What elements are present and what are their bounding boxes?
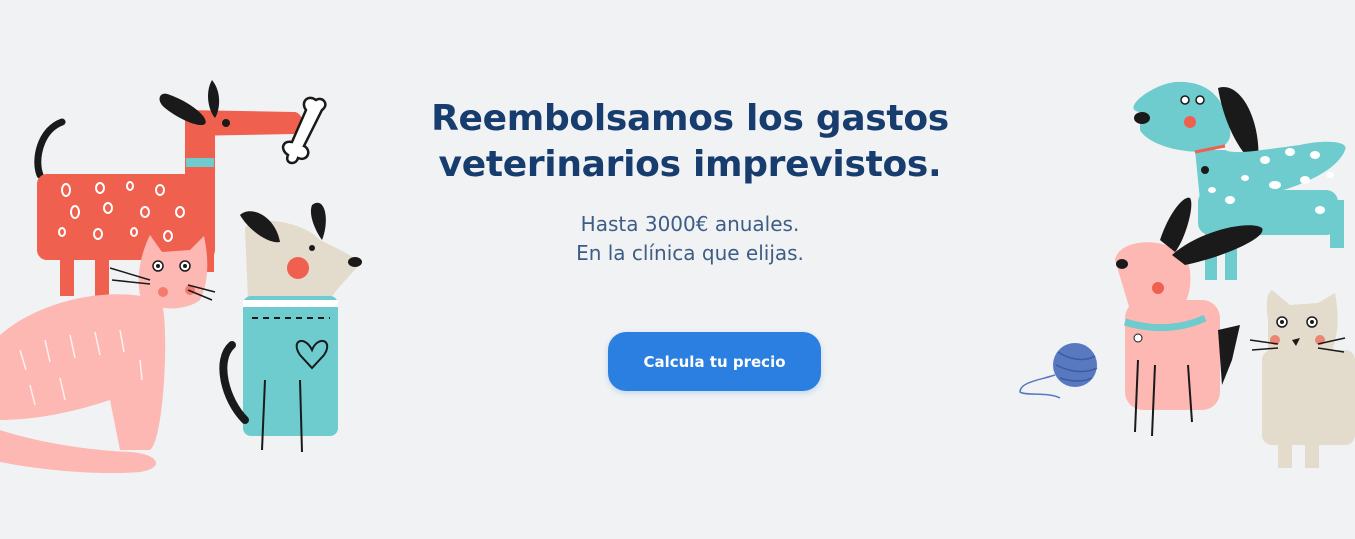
hero-title: Reembolsamos los gastos veterinarios imp… — [380, 96, 1000, 188]
hero-subtitle-line1: Hasta 3000€ anuales. — [580, 212, 800, 236]
hero-title-line1: Reembolsamos los gastos — [431, 98, 949, 139]
calculate-price-button[interactable]: Calcula tu precio — [608, 332, 821, 391]
hero-subtitle-line2: En la clínica que elijas. — [576, 241, 804, 265]
pink-dog-icon — [1115, 197, 1263, 437]
hero-title-line2: veterinarios imprevistos. — [438, 144, 942, 185]
hero-section: Reembolsamos los gastos veterinarios imp… — [0, 0, 1355, 539]
right-illustration — [1019, 81, 1355, 468]
beige-dog-icon — [219, 202, 362, 453]
hero-content: Reembolsamos los gastos veterinarios imp… — [380, 0, 1000, 539]
left-illustration — [0, 80, 362, 474]
hero-subtitle: Hasta 3000€ anuales. En la clínica que e… — [380, 210, 1000, 268]
yarn-ball-icon — [1019, 343, 1098, 399]
beige-cat-icon — [1249, 290, 1355, 468]
